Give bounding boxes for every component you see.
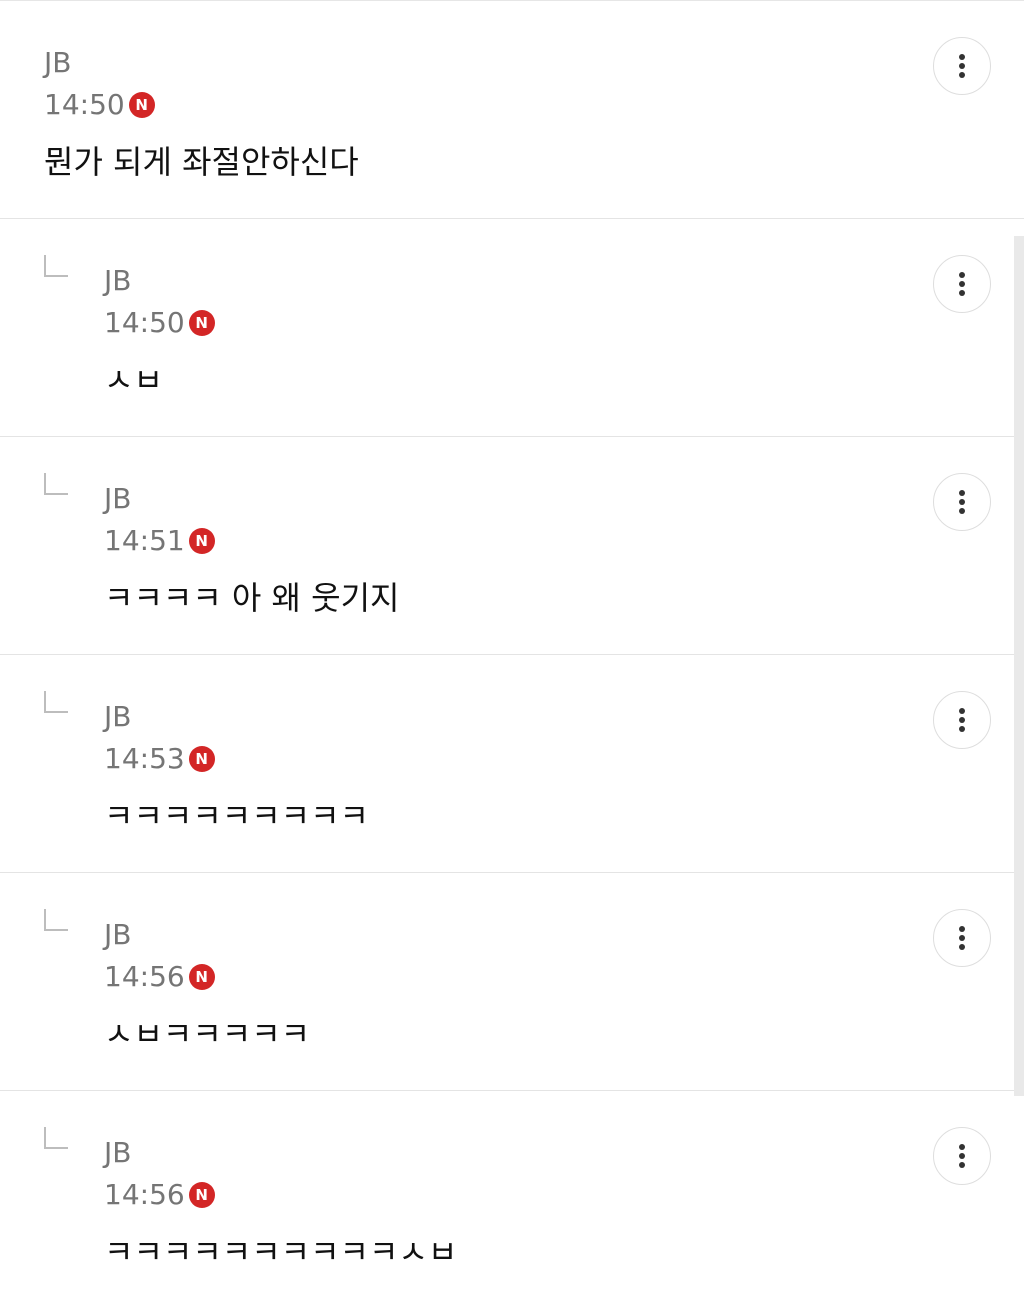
reply-author[interactable]: JB — [104, 701, 131, 733]
new-badge: N — [188, 1182, 215, 1208]
more-vertical-icon — [959, 272, 965, 296]
reply-text: ㅋㅋㅋㅋㅋㅋㅋㅋㅋ — [104, 797, 369, 835]
comment-author[interactable]: JB — [44, 47, 71, 79]
comment-meta: 14:50 N — [44, 87, 155, 123]
reply-text: ㅅㅂ — [104, 361, 163, 399]
more-options-button[interactable] — [933, 255, 991, 313]
reply-text: ㅋㅋㅋㅋ 아 왜 웃기지 — [104, 579, 400, 617]
reply-item: JB 14:56 N ㅅㅂㅋㅋㅋㅋㅋ — [0, 873, 1024, 1091]
reply-arrow-icon — [44, 255, 68, 277]
new-badge: N — [188, 310, 215, 336]
more-options-button[interactable] — [933, 909, 991, 967]
reply-arrow-icon — [44, 1127, 68, 1149]
comment-text: 뭔가 되게 좌절안하신다 — [44, 143, 359, 181]
reply-meta: 14:56 N — [104, 959, 215, 995]
reply-author[interactable]: JB — [104, 483, 131, 515]
more-options-button[interactable] — [933, 1127, 991, 1185]
reply-item: JB 14:56 N ㅋㅋㅋㅋㅋㅋㅋㅋㅋㅋㅅㅂ — [0, 1091, 1024, 1293]
more-options-button[interactable] — [933, 37, 991, 95]
new-badge: N — [188, 528, 215, 554]
reply-meta: 14:53 N — [104, 741, 215, 777]
reply-meta: 14:51 N — [104, 523, 215, 559]
reply-arrow-icon — [44, 473, 68, 495]
new-badge: N — [188, 964, 215, 990]
reply-time: 14:51 — [104, 524, 185, 557]
reply-author[interactable]: JB — [104, 1137, 131, 1169]
reply-text: ㅋㅋㅋㅋㅋㅋㅋㅋㅋㅋㅅㅂ — [104, 1233, 458, 1271]
more-vertical-icon — [959, 708, 965, 732]
comment-item: JB 14:50 N 뭔가 되게 좌절안하신다 — [0, 1, 1024, 219]
reply-item: JB 14:50 N ㅅㅂ — [0, 219, 1024, 437]
reply-arrow-icon — [44, 909, 68, 931]
reply-author[interactable]: JB — [104, 919, 131, 951]
more-options-button[interactable] — [933, 473, 991, 531]
more-options-button[interactable] — [933, 691, 991, 749]
reply-item: JB 14:51 N ㅋㅋㅋㅋ 아 왜 웃기지 — [0, 437, 1024, 655]
reply-text: ㅅㅂㅋㅋㅋㅋㅋ — [104, 1015, 311, 1053]
new-badge: N — [128, 92, 155, 118]
reply-time: 14:56 — [104, 1178, 185, 1211]
new-badge: N — [188, 746, 215, 772]
more-vertical-icon — [959, 490, 965, 514]
scrollbar[interactable] — [1014, 236, 1024, 1096]
comment-time: 14:50 — [44, 88, 125, 121]
reply-author[interactable]: JB — [104, 265, 131, 297]
more-vertical-icon — [959, 54, 965, 78]
reply-time: 14:56 — [104, 960, 185, 993]
reply-arrow-icon — [44, 691, 68, 713]
reply-item: JB 14:53 N ㅋㅋㅋㅋㅋㅋㅋㅋㅋ — [0, 655, 1024, 873]
reply-time: 14:50 — [104, 306, 185, 339]
more-vertical-icon — [959, 926, 965, 950]
reply-time: 14:53 — [104, 742, 185, 775]
reply-meta: 14:50 N — [104, 305, 215, 341]
reply-meta: 14:56 N — [104, 1177, 215, 1213]
more-vertical-icon — [959, 1144, 965, 1168]
